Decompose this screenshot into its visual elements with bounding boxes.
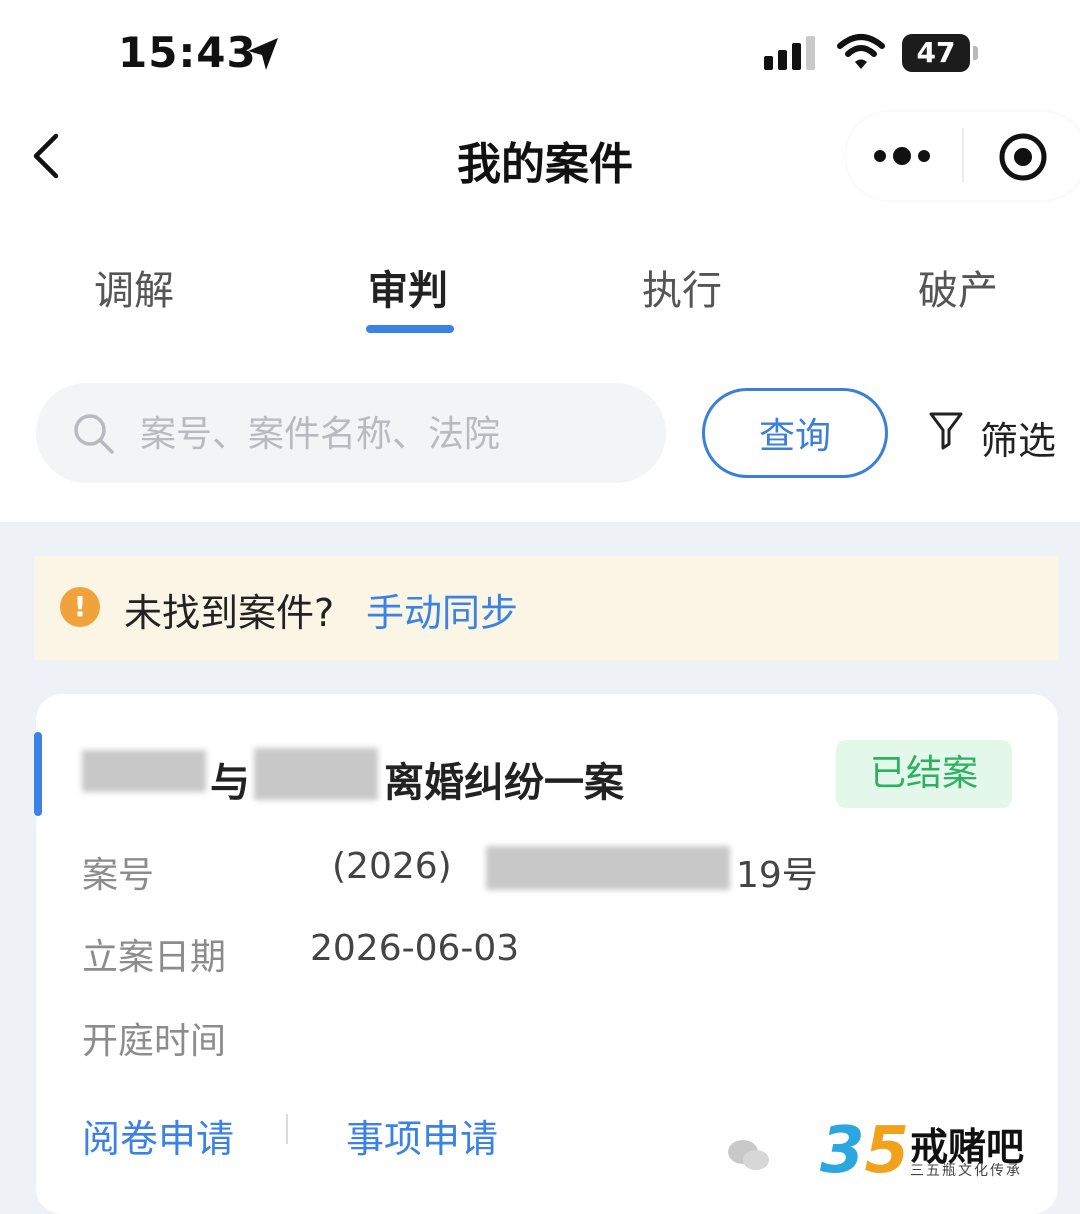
filing-date-value: 2026-06-03 <box>310 928 520 969</box>
action-divider <box>286 1114 288 1144</box>
tab-execution[interactable]: 执行 <box>642 258 722 316</box>
battery-level: 47 <box>916 36 956 69</box>
more-dots-icon[interactable] <box>872 144 932 168</box>
case-number-suffix: 19号 <box>736 855 818 896</box>
redacted-party-a <box>82 750 206 792</box>
filter-label[interactable]: 筛选 <box>980 410 1056 465</box>
status-time: 15:43 <box>118 28 257 77</box>
case-title-joiner: 与 <box>210 760 250 806</box>
redacted-case-number <box>486 846 730 890</box>
status-badge: 已结案 <box>836 740 1012 808</box>
wechat-icon <box>728 1140 769 1170</box>
watermark-subtitle: 三五瓶文化传承 <box>910 1163 1022 1179</box>
card-accent-bar <box>34 732 42 816</box>
case-number-prefix: (2026) <box>332 846 452 887</box>
read-files-apply-link[interactable]: 阅卷申请 <box>82 1108 234 1163</box>
warning-icon: ! <box>60 587 100 627</box>
wifi-icon <box>837 34 885 69</box>
query-button[interactable]: 查询 <box>702 388 888 478</box>
active-tab-indicator <box>366 325 454 333</box>
location-arrow-icon <box>248 38 278 70</box>
watermark-35-logo: 35 <box>820 1114 910 1188</box>
tab-mediation[interactable]: 调解 <box>94 258 174 316</box>
battery-indicator: 47 <box>902 34 970 72</box>
close-target-icon[interactable] <box>998 132 1048 182</box>
matter-apply-link[interactable]: 事项申请 <box>346 1108 498 1163</box>
case-number-label: 案号 <box>82 855 155 896</box>
search-input[interactable] <box>140 406 640 462</box>
capsule-divider <box>962 128 964 182</box>
hearing-time-label: 开庭时间 <box>82 1021 227 1062</box>
manual-sync-link[interactable]: 手动同步 <box>366 582 518 637</box>
tab-bankruptcy[interactable]: 破产 <box>918 258 998 316</box>
filing-date-label: 立案日期 <box>82 937 227 978</box>
battery-cap <box>973 46 978 60</box>
redacted-party-b <box>254 748 378 800</box>
filter-funnel-icon[interactable] <box>928 410 964 450</box>
search-icon <box>74 414 114 454</box>
cellular-signal-icon <box>764 36 815 70</box>
tab-trial[interactable]: 审判 <box>368 258 448 316</box>
notice-text: 未找到案件? <box>124 591 335 635</box>
case-title-suffix: 离婚纠纷一案 <box>384 760 624 806</box>
